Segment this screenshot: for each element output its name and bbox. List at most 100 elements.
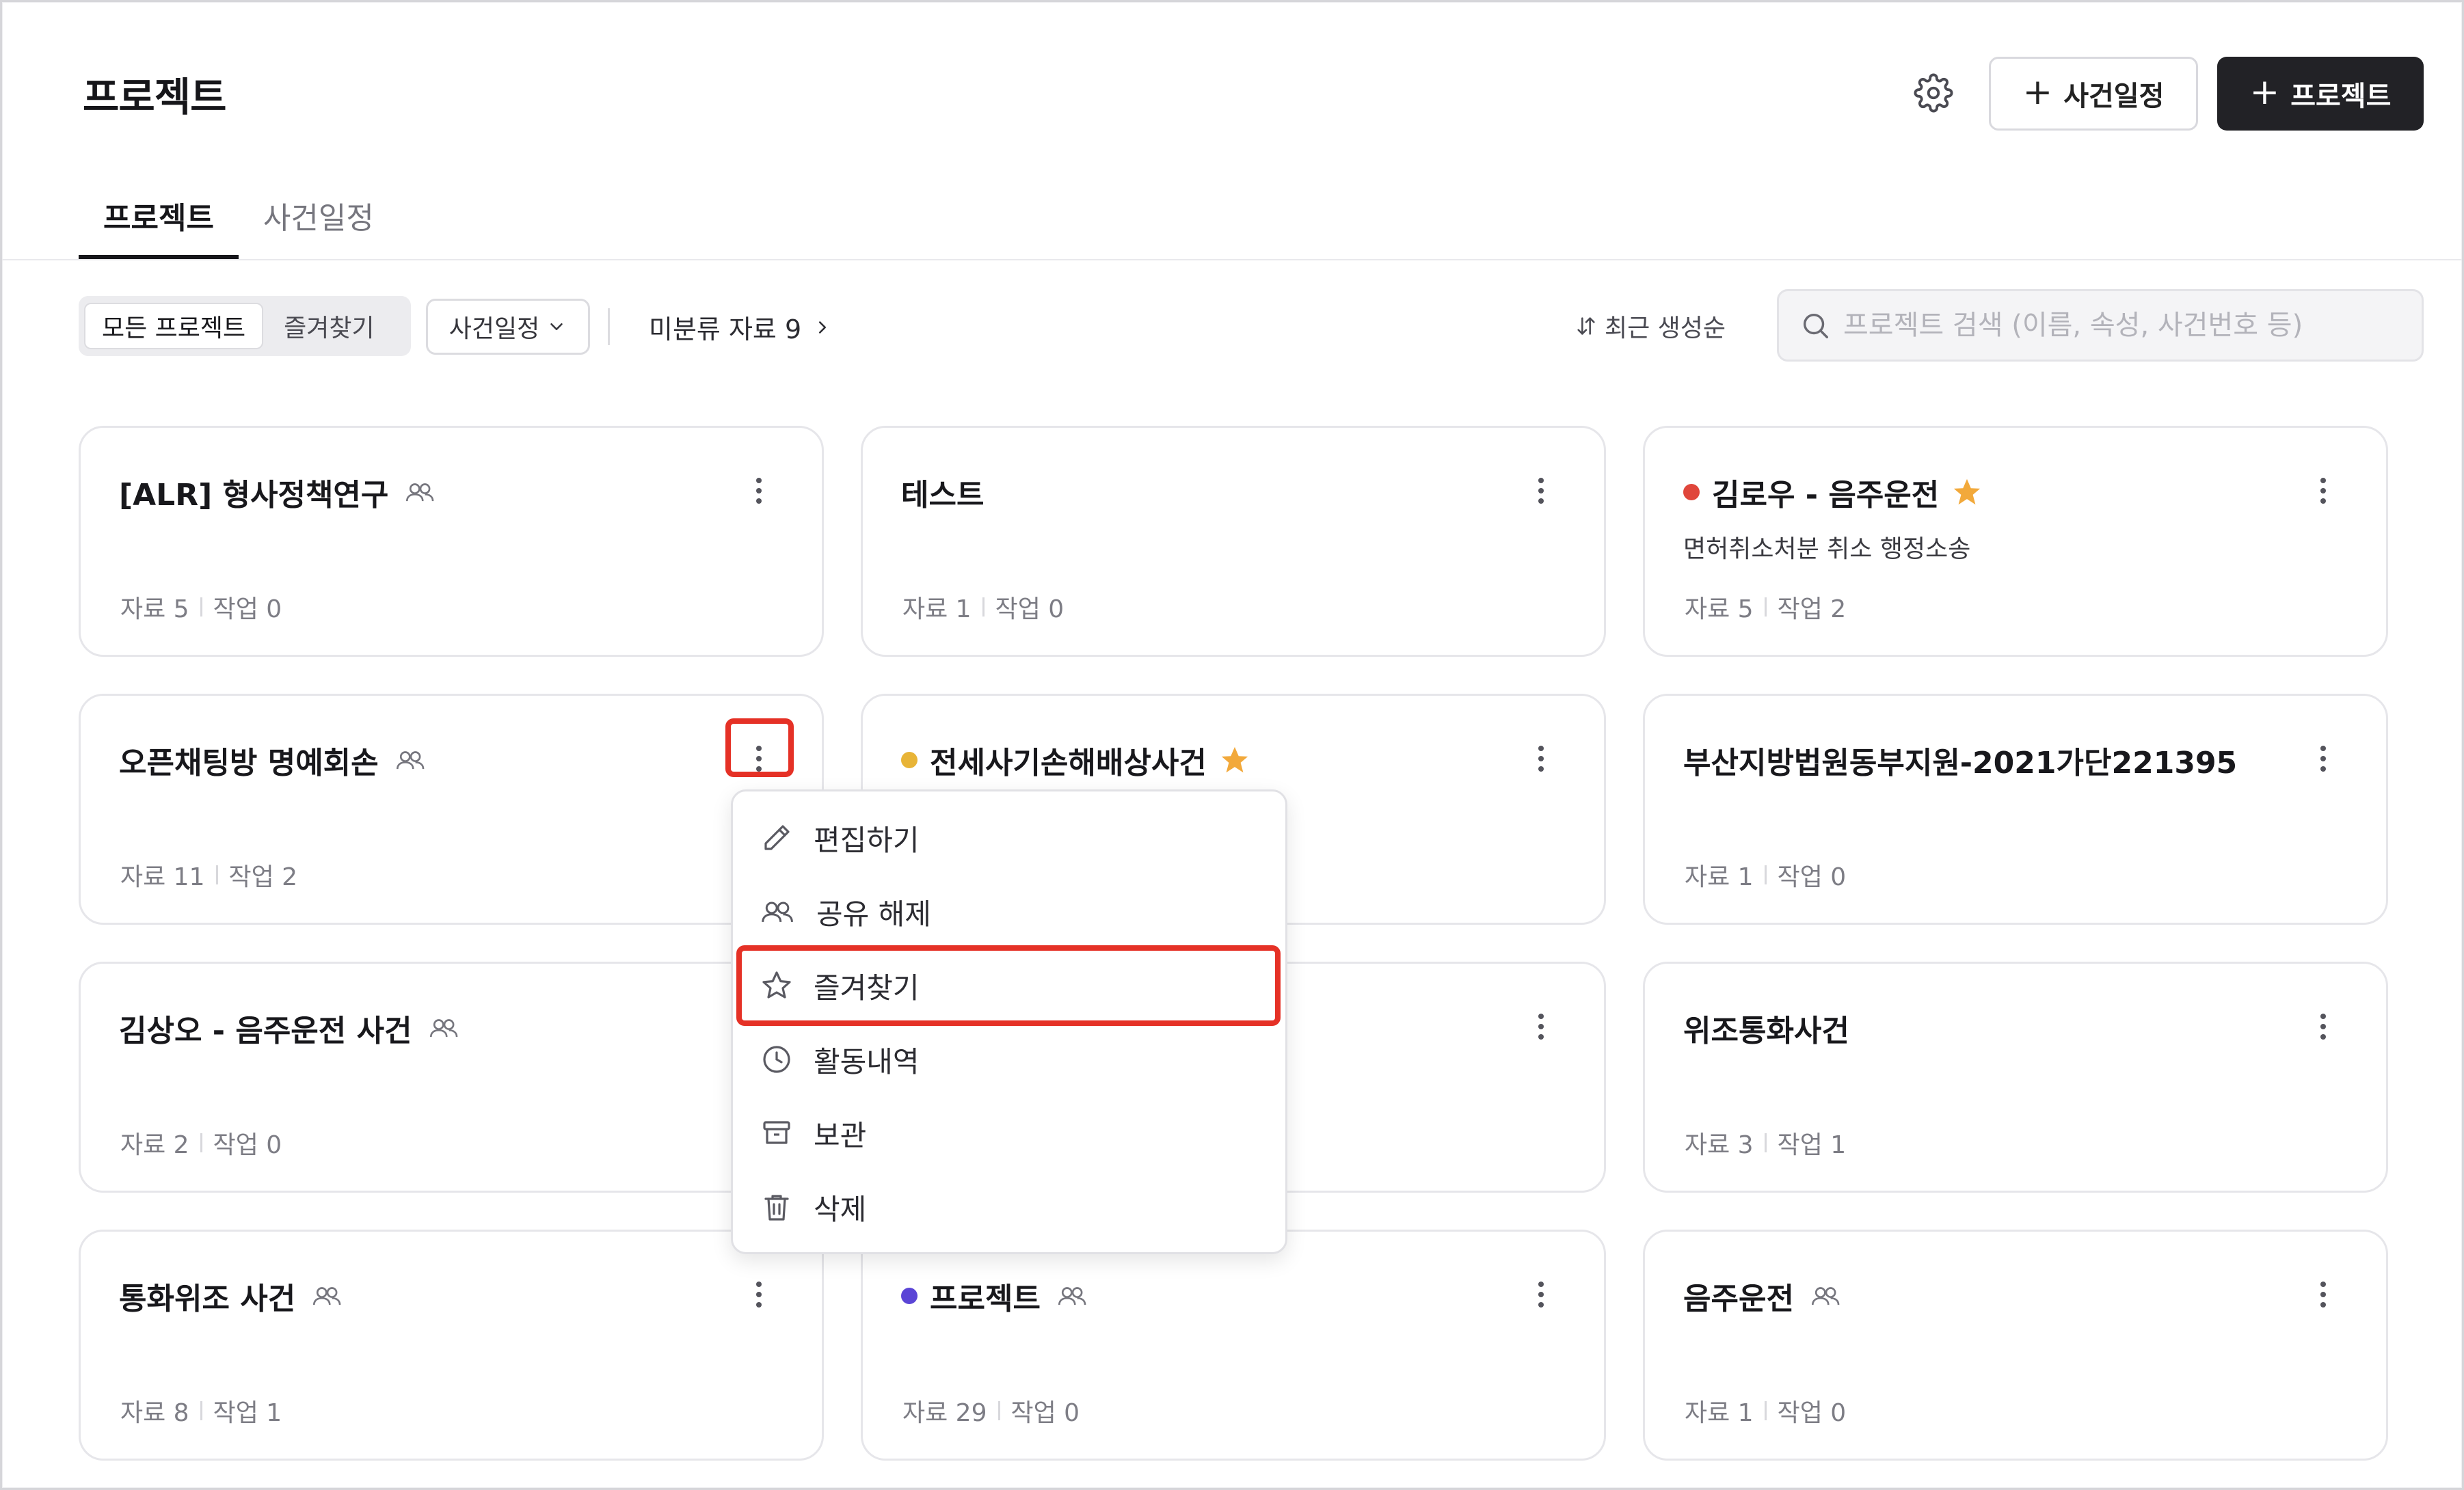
material-count: 자료 1 [1685, 1399, 1754, 1427]
star-icon [1954, 478, 1981, 505]
more-options-icon[interactable] [752, 1274, 766, 1315]
search-input[interactable] [1843, 310, 2404, 341]
task-count: 작업 0 [213, 1131, 282, 1159]
main-tabs: 프로젝트 사건일정 [79, 187, 399, 259]
shared-users-icon [396, 751, 425, 770]
chevron-down-icon [550, 323, 563, 330]
task-count: 작업 0 [995, 595, 1064, 623]
unsorted-materials-label: 미분류 자료 9 [649, 314, 802, 344]
project-card[interactable]: [ALR] 형사정책연구 자료 5 작업 0 [79, 426, 824, 657]
project-card[interactable]: 프로젝트 자료 29 작업 0 [861, 1230, 1606, 1461]
segment-all-projects[interactable]: 모든 프로젝트 [84, 303, 264, 349]
project-title: 전세사기손해배상사건 [930, 746, 1207, 781]
material-count: 자료 29 [902, 1399, 987, 1427]
chevron-right-icon [819, 321, 827, 334]
more-options-icon[interactable] [2316, 1006, 2330, 1047]
task-count: 작업 0 [213, 595, 282, 623]
project-card[interactable]: 음주운전 자료 1 작업 0 [1643, 1230, 2388, 1461]
material-count: 자료 2 [120, 1131, 189, 1159]
menu-item-label: 삭제 [814, 1192, 867, 1226]
add-project-button[interactable]: + 프로젝트 [2217, 57, 2424, 131]
more-options-icon[interactable] [2316, 738, 2330, 779]
search-icon [1803, 313, 1828, 338]
project-card[interactable]: 테스트 자료 1 작업 0 [861, 426, 1606, 657]
project-card[interactable]: 통화위조 사건 자료 8 작업 1 [79, 1230, 824, 1461]
clock-icon [763, 1046, 790, 1073]
segment-favorites[interactable]: 즐겨찾기 [267, 303, 390, 349]
project-search [1777, 289, 2424, 362]
material-count: 자료 8 [120, 1399, 189, 1427]
task-count: 작업 2 [1777, 595, 1847, 623]
menu-item-unshare[interactable]: 공유 해제 [760, 878, 1253, 946]
task-count: 작업 1 [213, 1399, 282, 1427]
sort-icon [1577, 317, 1595, 335]
filter-divider [608, 308, 610, 345]
project-card[interactable]: 위조통화사건 자료 3 작업 1 [1643, 962, 2388, 1193]
shared-users-icon [313, 1287, 341, 1305]
project-title: 테스트 [901, 478, 985, 513]
project-card[interactable]: 김상오 - 음주운전 사건 자료 2 작업 0 [79, 962, 824, 1193]
task-count: 작업 0 [1010, 1399, 1080, 1427]
task-count: 작업 0 [1777, 1399, 1847, 1427]
more-options-icon[interactable] [1534, 470, 1548, 511]
add-project-label: 프로젝트 [2290, 81, 2392, 112]
menu-item-activity[interactable]: 활동내역 [760, 1025, 1253, 1094]
more-options-icon[interactable] [1534, 738, 1548, 779]
shared-users-icon [429, 1019, 457, 1038]
more-options-icon[interactable] [2316, 1274, 2330, 1315]
task-count: 작업 0 [1777, 863, 1847, 891]
add-event-button[interactable]: + 사건일정 [1989, 57, 2198, 131]
page-title: 프로젝트 [83, 74, 226, 120]
shared-users-icon [1811, 1287, 1840, 1305]
material-count: 자료 11 [120, 863, 205, 891]
menu-item-label: 공유 해제 [816, 897, 931, 931]
pencil-icon [764, 825, 790, 850]
more-options-icon[interactable] [2316, 470, 2330, 511]
project-title: 음주운전 [1683, 1282, 1794, 1316]
project-title: 김상오 - 음주운전 사건 [119, 1014, 412, 1048]
more-options-icon[interactable] [1534, 1274, 1548, 1315]
project-card[interactable]: 부산지방법원동부지원-2021가단221395 자료 1 작업 0 [1643, 694, 2388, 925]
unsorted-materials-link[interactable]: 미분류 자료 9 [649, 308, 833, 346]
event-filter-label: 사건일정 [448, 315, 540, 343]
sort-label: 최근 생성순 [1605, 314, 1726, 342]
project-title: 오픈채팅방 명예회손 [119, 746, 379, 781]
settings-button[interactable] [1910, 69, 1957, 117]
menu-item-label: 활동내역 [814, 1044, 920, 1079]
menu-item-label: 보관 [814, 1118, 867, 1152]
project-title: [ALR] 형사정책연구 [119, 478, 389, 513]
material-count: 자료 5 [1685, 595, 1754, 623]
project-card[interactable]: 김로우 - 음주운전 면허취소처분 취소 행정소송 자료 5 작업 2 [1643, 426, 2388, 657]
material-count: 자료 5 [120, 595, 189, 623]
more-options-icon[interactable] [752, 470, 766, 511]
status-dot [1683, 484, 1700, 500]
status-dot [901, 1288, 918, 1304]
shared-users-icon [406, 483, 434, 502]
project-title: 통화위조 사건 [119, 1282, 296, 1316]
menu-item-edit[interactable]: 편집하기 [760, 804, 1253, 872]
project-title: 김로우 - 음주운전 [1712, 478, 1940, 513]
material-count: 자료 3 [1685, 1131, 1754, 1159]
archive-icon [763, 1121, 790, 1144]
menu-item-delete[interactable]: 삭제 [760, 1173, 1253, 1241]
app-window: 프로젝트 + 사건일정 + 프로젝트 프로젝트 사건일정 모든 프로젝트 즐겨찾… [0, 0, 2464, 1490]
menu-item-archive[interactable]: 보관 [760, 1099, 1253, 1167]
project-filter-segment: 모든 프로젝트 즐겨찾기 [79, 296, 411, 356]
material-count: 자료 1 [1685, 863, 1754, 891]
project-subtitle: 면허취소처분 취소 행정소송 [1683, 535, 1971, 563]
sort-button[interactable]: 최근 생성순 [1575, 308, 1726, 344]
tab-events[interactable]: 사건일정 [239, 187, 399, 259]
task-count: 작업 2 [228, 863, 298, 891]
add-event-label: 사건일정 [2063, 81, 2165, 112]
shared-users-icon [1058, 1287, 1086, 1305]
plus-icon: + [2022, 72, 2053, 113]
task-count: 작업 1 [1777, 1131, 1847, 1159]
tab-projects[interactable]: 프로젝트 [79, 187, 239, 259]
event-filter-dropdown[interactable]: 사건일정 [426, 299, 590, 355]
tabs-divider [2, 259, 2462, 260]
project-card[interactable]: 오픈채팅방 명예회손 자료 11 작업 2 [79, 694, 824, 925]
more-options-icon[interactable] [1534, 1006, 1548, 1047]
gear-icon [1914, 73, 1953, 113]
highlight-box [736, 945, 1281, 1026]
project-title: 위조통화사건 [1683, 1014, 1849, 1048]
